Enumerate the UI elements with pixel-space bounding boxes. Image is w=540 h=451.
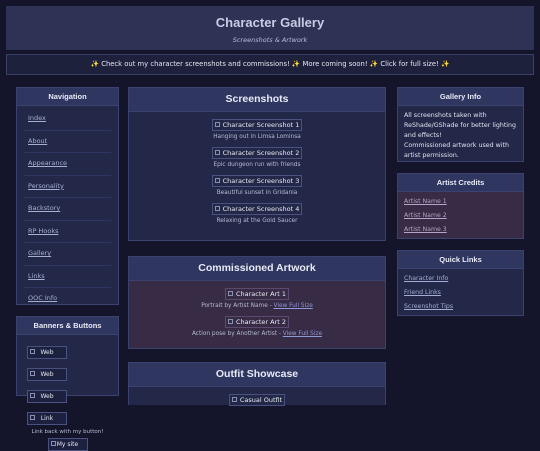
nav-item-about[interactable]: About: [24, 131, 111, 153]
view-full-size-link[interactable]: View Full Size: [283, 331, 322, 337]
screenshot-item: Character Screenshot 1 Hanging out in Li…: [129, 112, 385, 140]
artist-credit-link[interactable]: Artist Name 1: [404, 195, 517, 209]
quick-link[interactable]: Friend Links: [404, 286, 517, 300]
nav-item-ooc-info[interactable]: OOC Info: [24, 288, 111, 310]
screenshots-title: Screenshots: [129, 88, 385, 112]
navigation-title: Navigation: [17, 88, 118, 106]
artwork-image[interactable]: Character Art 1: [224, 288, 290, 300]
outfit-title: Outfit Showcase: [129, 363, 385, 387]
nav-item-backstory[interactable]: Backstory: [24, 198, 111, 221]
quick-links-title: Quick Links: [398, 251, 523, 269]
artwork-item: Character Art 2 Action pose by Another A…: [129, 309, 385, 337]
banner-label: Web: [40, 393, 54, 400]
page-subtitle: Screenshots & Artwork: [232, 36, 308, 44]
banner-grid: Web Web Web Link: [17, 335, 118, 427]
outfit-alt: Casual Outfit: [239, 396, 283, 404]
screenshot-image[interactable]: Character Screenshot 4: [211, 203, 303, 215]
broken-image-icon: [30, 415, 35, 420]
broken-image-icon: [30, 349, 35, 354]
nav-item-appearance[interactable]: Appearance: [24, 153, 111, 176]
banner-label: Web: [40, 371, 54, 378]
page-title: Character Gallery: [215, 15, 325, 30]
nav-item-gallery[interactable]: Gallery: [24, 243, 111, 266]
navigation-panel: Navigation Index About Appearance Person…: [16, 87, 119, 305]
outfit-image[interactable]: Casual Outfit: [228, 394, 286, 406]
artwork-caption-text: Action pose by Another Artist -: [191, 331, 283, 337]
banner-button[interactable]: Web: [27, 390, 67, 403]
screenshot-alt: Character Screenshot 1: [222, 121, 300, 129]
screenshot-caption: Relaxing at the Gold Saucer: [216, 218, 298, 224]
screenshots-panel: Screenshots Character Screenshot 1 Hangi…: [128, 87, 386, 241]
artwork-caption: Action pose by Another Artist - View Ful…: [129, 331, 385, 337]
gallery-info-panel: Gallery Info All screenshots taken with …: [397, 87, 524, 162]
broken-image-icon: [214, 150, 220, 155]
commissioned-panel: Commissioned Artwork Character Art 1 Por…: [128, 256, 386, 349]
screenshot-alt: Character Screenshot 4: [222, 205, 300, 213]
outfit-panel: Outfit Showcase Casual Outfit: [128, 362, 386, 406]
banner-button[interactable]: Web: [27, 368, 67, 381]
screenshot-item: Character Screenshot 4 Relaxing at the G…: [129, 196, 385, 224]
banner-button[interactable]: Web: [27, 346, 67, 359]
screenshot-item: Character Screenshot 2 Epic dungeon run …: [129, 140, 385, 168]
broken-image-icon: [214, 206, 220, 211]
screenshot-alt: Character Screenshot 3: [222, 177, 300, 185]
commissioned-title: Commissioned Artwork: [129, 257, 385, 281]
broken-image-icon: [227, 319, 233, 324]
nav-item-index[interactable]: Index: [24, 108, 111, 131]
quick-links-list: Character Info Friend Links Screenshot T…: [398, 269, 523, 317]
artist-credits-title: Artist Credits: [398, 174, 523, 192]
screenshot-image[interactable]: Character Screenshot 1: [211, 119, 303, 131]
broken-image-icon: [214, 178, 220, 183]
artwork-item: Character Art 1 Portrait by Artist Name …: [129, 281, 385, 309]
broken-image-icon: [50, 441, 56, 446]
banner-button[interactable]: Link: [27, 412, 67, 425]
broken-image-icon: [231, 397, 237, 402]
screenshot-image[interactable]: Character Screenshot 3: [211, 175, 303, 187]
my-site-label: My site: [56, 441, 79, 448]
artist-credits-list: Artist Name 1 Artist Name 2 Artist Name …: [398, 192, 523, 240]
quick-links-panel: Quick Links Character Info Friend Links …: [397, 250, 524, 316]
quick-link[interactable]: Character Info: [404, 272, 517, 286]
broken-image-icon: [227, 291, 233, 296]
screenshot-image[interactable]: Character Screenshot 2: [211, 147, 303, 159]
page-header: Character Gallery Screenshots & Artwork: [6, 6, 534, 50]
gallery-info-line-1: All screenshots taken with ReShade/GShad…: [404, 112, 517, 139]
my-site-button[interactable]: My site: [47, 438, 88, 451]
gallery-info-text: All screenshots taken with ReShade/GShad…: [398, 106, 523, 166]
artist-credit-link[interactable]: Artist Name 3: [404, 223, 517, 237]
nav-item-rp-hooks[interactable]: RP Hooks: [24, 221, 111, 243]
outfit-item: Casual Outfit: [129, 387, 385, 406]
broken-image-icon: [30, 371, 35, 376]
artwork-image[interactable]: Character Art 2: [224, 316, 290, 328]
artwork-alt: Character Art 1: [235, 290, 287, 298]
broken-image-icon: [30, 393, 35, 398]
artwork-alt: Character Art 2: [235, 318, 287, 326]
gallery-info-line-2: Commissioned artwork used with artist pe…: [404, 142, 509, 159]
nav-item-links[interactable]: Links: [24, 266, 111, 288]
banner-label: Link: [40, 415, 54, 422]
artist-credits-panel: Artist Credits Artist Name 1 Artist Name…: [397, 173, 524, 239]
banners-title: Banners & Buttons: [17, 317, 118, 335]
screenshot-alt: Character Screenshot 2: [222, 149, 300, 157]
nav-item-personality[interactable]: Personality: [24, 176, 111, 198]
gallery-info-title: Gallery Info: [398, 88, 523, 106]
artist-credit-link[interactable]: Artist Name 2: [404, 209, 517, 223]
banner-label: Web: [40, 349, 54, 356]
banner-caption: Link back with my button!: [31, 429, 104, 435]
banners-panel: Banners & Buttons Web Web Web Link Link ba…: [16, 316, 119, 451]
broken-image-icon: [214, 122, 220, 127]
screenshot-item: Character Screenshot 3 Beautiful sunset …: [129, 168, 385, 196]
quick-link[interactable]: Screenshot Tips: [404, 300, 517, 314]
announcement-banner[interactable]: ✨ Check out my character screenshots and…: [6, 54, 534, 75]
